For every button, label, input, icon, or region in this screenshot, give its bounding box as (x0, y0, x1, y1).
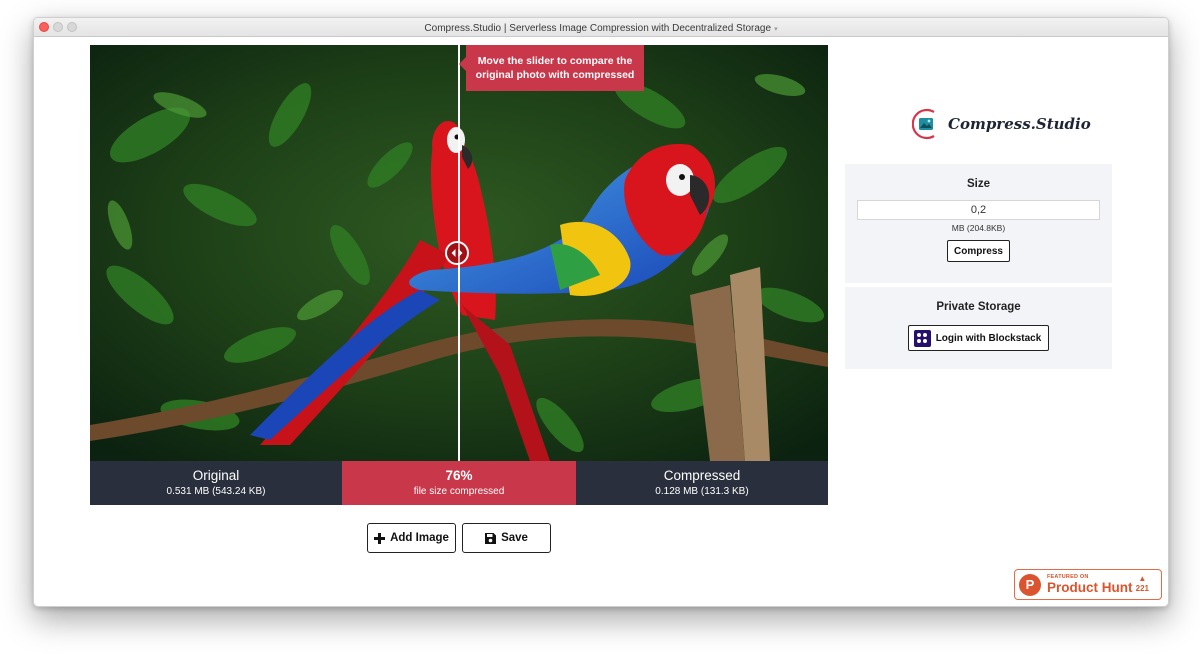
original-label: Original (192, 468, 240, 483)
add-image-button[interactable]: Add Image (367, 523, 456, 553)
floppy-disk-icon (485, 532, 497, 544)
slider-handle[interactable] (445, 241, 469, 265)
window-title: Compress.Studio | Serverless Image Compr… (424, 23, 772, 34)
percent-stat: 76% file size compressed (342, 461, 576, 505)
compressed-size: 0.128 MB (131.3 KB) (655, 486, 749, 497)
blockstack-icon (913, 329, 931, 347)
storage-title: Private Storage (936, 301, 1021, 313)
original-stat: Original 0.531 MB (543.24 KB) (90, 461, 342, 505)
plus-icon (374, 532, 386, 544)
title-chevron-icon: ▾ (774, 26, 778, 33)
save-label: Save (501, 532, 528, 544)
tooltip-line-1: Move the slider to compare the (477, 55, 633, 67)
image-actions: Add Image Save (367, 523, 551, 553)
close-window-button[interactable] (39, 22, 49, 32)
upvote-count: ▲ 221 (1136, 574, 1149, 593)
product-hunt-icon: P (1019, 573, 1041, 596)
image-compare[interactable]: Move the slider to compare the original … (90, 45, 828, 461)
window-controls (39, 22, 77, 32)
add-image-label: Add Image (390, 532, 449, 544)
size-kb-label: MB (204.8KB) (951, 223, 1006, 233)
size-panel: Size MB (204.8KB) Compress (845, 164, 1112, 283)
percent-description: file size compressed (413, 486, 505, 497)
tooltip-line-2: original photo with compressed (475, 69, 635, 81)
brand-logo: Compress.Studio (912, 108, 1091, 140)
title-bar: Compress.Studio | Serverless Image Compr… (34, 18, 1168, 37)
slider-tooltip: Move the slider to compare the original … (459, 45, 644, 91)
vote-count: 221 (1135, 584, 1149, 593)
compressed-stat: Compressed 0.128 MB (131.3 KB) (576, 461, 828, 505)
original-size: 0.531 MB (543.24 KB) (166, 486, 266, 497)
login-label: Login with Blockstack (935, 332, 1042, 344)
slider-arrows-icon (451, 249, 463, 257)
upvote-arrow-icon: ▲ (1138, 574, 1147, 583)
minimize-window-button[interactable] (53, 22, 63, 32)
product-hunt-name: Product Hunt (1047, 580, 1133, 595)
size-input[interactable] (857, 200, 1100, 220)
product-hunt-text: FEATURED ON Product Hunt (1047, 574, 1133, 595)
save-button[interactable]: Save (462, 523, 551, 553)
compression-stats: Original 0.531 MB (543.24 KB) 76% file s… (90, 461, 828, 505)
product-hunt-badge[interactable]: P FEATURED ON Product Hunt ▲ 221 (1014, 569, 1162, 600)
private-storage-panel: Private Storage Login with Blockstack (845, 287, 1112, 369)
size-title: Size (966, 178, 990, 190)
brand-name: Compress.Studio (948, 115, 1091, 133)
percent-label: 76% (445, 468, 473, 483)
app-window: Compress.Studio | Serverless Image Compr… (33, 17, 1169, 607)
compress-studio-logo-icon (912, 108, 935, 140)
maximize-window-button[interactable] (67, 22, 77, 32)
compress-button[interactable]: Compress (947, 240, 1010, 262)
compressed-label: Compressed (663, 468, 741, 483)
login-blockstack-button[interactable]: Login with Blockstack (908, 325, 1049, 351)
